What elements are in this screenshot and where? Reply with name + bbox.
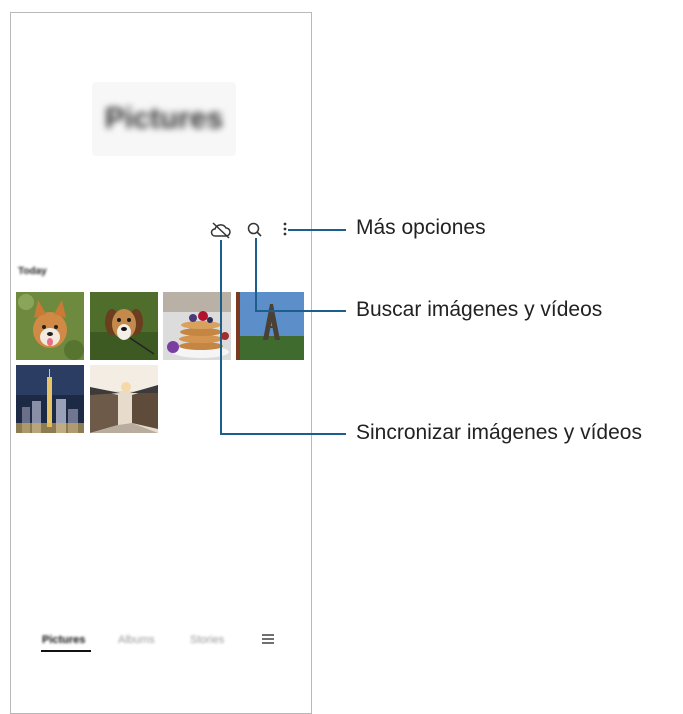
tab-pictures[interactable]: Pictures <box>42 634 85 646</box>
photo-thumbnail-city-night[interactable] <box>16 365 84 433</box>
photo-thumbnail-corgi[interactable] <box>16 292 84 360</box>
callout-search: Buscar imágenes y vídeos <box>356 298 603 321</box>
photo-thumbnail-eiffel[interactable] <box>236 292 304 360</box>
photo-thumbnail-beagle[interactable] <box>90 292 158 360</box>
leader-line-search-horizontal <box>255 310 346 312</box>
bottom-tab-bar: Pictures Albums Stories <box>10 628 310 658</box>
leader-line-sync-horizontal <box>220 433 346 435</box>
section-label: Today <box>18 266 47 277</box>
menu-icon[interactable] <box>260 632 276 651</box>
photo-thumbnail-village-street[interactable] <box>90 365 158 433</box>
callout-more-options: Más opciones <box>356 216 486 239</box>
page-title-area: Pictures <box>92 82 236 156</box>
more-options-icon[interactable] <box>280 220 290 245</box>
tab-albums[interactable]: Albums <box>118 634 155 646</box>
tab-stories[interactable]: Stories <box>190 634 224 646</box>
leader-line-sync-vertical <box>220 240 222 435</box>
active-tab-indicator <box>41 650 91 652</box>
leader-line-more-options <box>288 229 346 231</box>
leader-line-search-vertical <box>255 238 257 312</box>
page-title: Pictures <box>104 102 224 135</box>
callout-sync: Sincronizar imágenes y vídeos <box>356 421 642 444</box>
